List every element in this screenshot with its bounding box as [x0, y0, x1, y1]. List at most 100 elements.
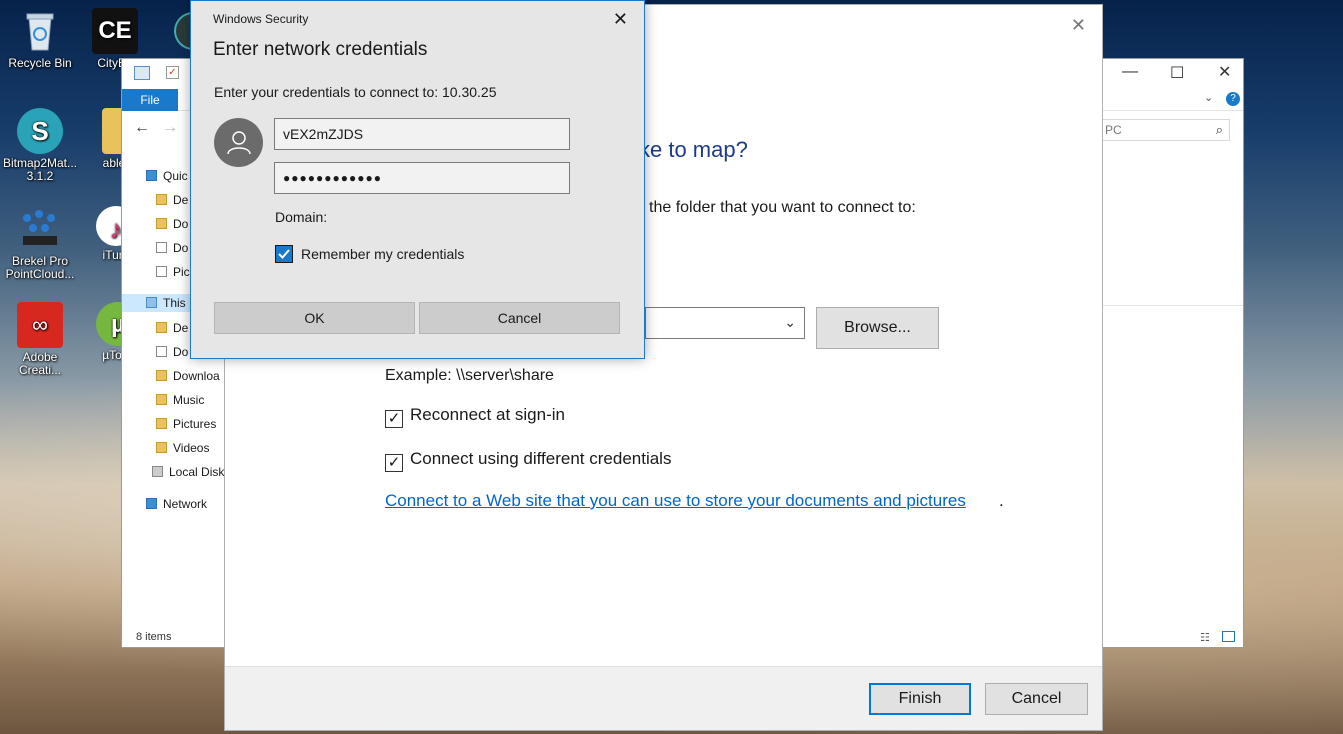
- desktop-icon-label: Brekel Pro PointCloud...: [5, 254, 75, 281]
- star-icon: [146, 170, 157, 181]
- desktop-icon-adobe-cc[interactable]: ∞ Adobe Creati...: [0, 302, 80, 377]
- bitmap2material-icon: S: [17, 108, 63, 154]
- remember-credentials-label: Remember my credentials: [301, 246, 465, 262]
- remember-credentials-row[interactable]: Remember my credentials: [275, 244, 464, 264]
- details-view-icon[interactable]: ☷: [1200, 631, 1210, 644]
- domain-label: Domain:: [275, 209, 328, 225]
- security-cancel-button[interactable]: Cancel: [419, 302, 620, 334]
- videos-folder-icon: [156, 442, 167, 453]
- maximize-icon[interactable]: ☐: [1170, 63, 1184, 83]
- folder-path-combobox[interactable]: ⌄: [645, 307, 805, 339]
- sidebar-item-label: Do: [173, 217, 189, 231]
- back-arrow-icon[interactable]: ←: [134, 119, 150, 137]
- reconnect-checkbox-row[interactable]: ✓ Reconnect at sign-in: [385, 405, 565, 428]
- sidebar-item-quick-access[interactable]: Quic: [146, 167, 188, 185]
- ok-button[interactable]: OK: [214, 302, 415, 334]
- document-icon: [156, 242, 167, 253]
- download-folder-icon: [156, 370, 167, 381]
- adobe-cc-icon: ∞: [17, 302, 63, 348]
- search-icon: ⌕: [1215, 122, 1223, 137]
- remember-credentials-checkbox[interactable]: [275, 245, 293, 263]
- recycle-bin-icon: [17, 8, 63, 54]
- reconnect-checkbox[interactable]: ✓: [385, 410, 403, 428]
- pictures-folder-icon: [156, 418, 167, 429]
- ribbon-expand-icon[interactable]: ⌄: [1204, 91, 1213, 104]
- sidebar-item-label: Do: [173, 345, 189, 359]
- different-credentials-checkbox[interactable]: ✓: [385, 454, 403, 472]
- different-credentials-checkbox-row[interactable]: ✓ Connect using different credentials: [385, 449, 672, 472]
- drive-icon: [152, 466, 163, 477]
- map-dialog-footer: Finish Cancel: [225, 666, 1102, 730]
- map-dialog-heading: ke to map?: [639, 137, 748, 162]
- folder-icon: [156, 322, 167, 333]
- security-dialog-title: Enter network credentials: [213, 39, 428, 60]
- file-tab[interactable]: File: [122, 89, 178, 111]
- sidebar-item-label: Local Disk: [169, 465, 225, 479]
- close-icon[interactable]: ✕: [1218, 62, 1231, 82]
- desktop-icon-recycle-bin[interactable]: Recycle Bin: [0, 8, 80, 70]
- desktop-icon-label: Recycle Bin: [8, 56, 72, 70]
- large-icons-view-icon[interactable]: [1222, 631, 1235, 642]
- map-dialog-intro: the folder that you want to connect to:: [649, 199, 916, 216]
- sidebar-item-local-disk[interactable]: Local Disk: [152, 463, 224, 481]
- search-placeholder: PC: [1105, 123, 1122, 137]
- sidebar-item-downloads[interactable]: Do: [156, 215, 188, 233]
- user-avatar-icon: [214, 118, 263, 167]
- forward-arrow-icon[interactable]: →: [162, 119, 178, 137]
- divider: [1101, 305, 1243, 306]
- sidebar-item-desktop[interactable]: De: [156, 191, 188, 209]
- sidebar-item-label: Pictures: [173, 417, 217, 431]
- search-input[interactable]: PC ⌕: [1100, 119, 1230, 141]
- document-icon: [156, 346, 167, 357]
- sidebar-item-label: This: [163, 296, 186, 310]
- sidebar-item-label: Downloa: [173, 369, 220, 383]
- map-cancel-button[interactable]: Cancel: [985, 683, 1088, 715]
- network-icon: [146, 498, 157, 509]
- sidebar-item-label: Pic: [173, 265, 190, 279]
- security-dialog-subtitle: Enter your credentials to connect to: 10…: [214, 84, 497, 100]
- desktop-icon-bitmap2material[interactable]: S Bitmap2Mat... 3.1.2: [0, 108, 80, 183]
- sidebar-item-documents-2[interactable]: Do: [156, 343, 188, 361]
- help-icon[interactable]: ?: [1226, 92, 1240, 106]
- windows-security-dialog: Windows Security ✕ Enter network credent…: [190, 0, 645, 359]
- sidebar-item-music[interactable]: Music: [156, 391, 204, 409]
- sidebar-item-pictures[interactable]: Pic: [156, 263, 190, 281]
- sidebar-item-label: De: [173, 193, 189, 207]
- explorer-app-icon: [134, 66, 150, 80]
- sidebar-item-label: Quic: [163, 169, 188, 183]
- cityengine-logo-text: CE: [98, 17, 132, 44]
- pictures-icon: [156, 266, 167, 277]
- sidebar-item-desktop-2[interactable]: De: [156, 319, 188, 337]
- close-icon[interactable]: ✕: [1071, 15, 1086, 36]
- sidebar-item-pictures-2[interactable]: Pictures: [156, 415, 216, 433]
- sidebar-item-label: Music: [173, 393, 205, 407]
- sidebar-item-videos[interactable]: Videos: [156, 439, 209, 457]
- path-example: Example: \\server\share: [385, 367, 554, 384]
- brekel-icon: [17, 206, 63, 252]
- chevron-down-icon[interactable]: ⌄: [784, 314, 796, 331]
- minimize-icon[interactable]: —: [1122, 63, 1138, 81]
- desktop-icon-label: Bitmap2Mat... 3.1.2: [2, 156, 78, 183]
- desktop-icon-brekel[interactable]: Brekel Pro PointCloud...: [0, 206, 80, 281]
- desktop-icon-label: Adobe Creati...: [18, 350, 61, 377]
- sidebar-item-label: De: [173, 321, 189, 335]
- properties-icon[interactable]: ✓: [166, 66, 179, 79]
- password-field[interactable]: ●●●●●●●●●●●●: [274, 162, 570, 194]
- browse-button[interactable]: Browse...: [816, 307, 939, 349]
- username-field[interactable]: [274, 118, 570, 150]
- security-dialog-brand: Windows Security: [213, 12, 309, 26]
- sidebar-item-downloads-2[interactable]: Downloa: [156, 367, 220, 385]
- reconnect-label: Reconnect at sign-in: [410, 405, 565, 424]
- cityengine-icon: CE: [92, 8, 138, 54]
- sidebar-item-documents[interactable]: Do: [156, 239, 188, 257]
- download-folder-icon: [156, 218, 167, 229]
- sidebar-item-label: Network: [163, 497, 208, 511]
- close-icon[interactable]: ✕: [613, 9, 628, 30]
- sidebar-item-label: Videos: [173, 441, 210, 455]
- different-credentials-label: Connect using different credentials: [410, 449, 672, 468]
- status-bar-item-count: 8 items: [136, 631, 172, 643]
- sidebar-item-network[interactable]: Network: [146, 495, 207, 513]
- music-folder-icon: [156, 394, 167, 405]
- web-site-link[interactable]: Connect to a Web site that you can use t…: [385, 491, 966, 511]
- finish-button[interactable]: Finish: [869, 683, 971, 715]
